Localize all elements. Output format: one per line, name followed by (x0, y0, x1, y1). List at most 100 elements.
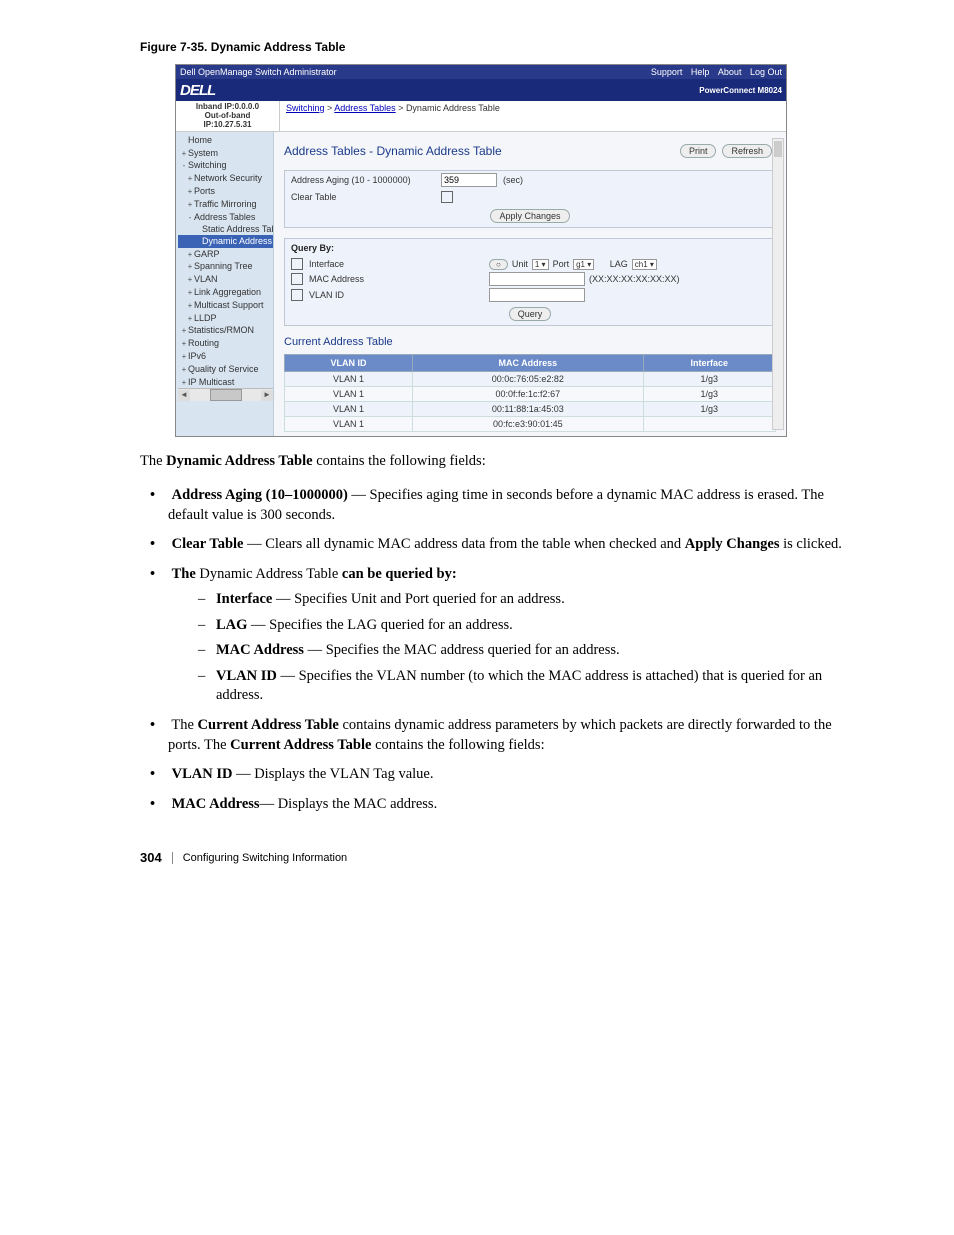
sidebar-item[interactable]: -Address Tables (178, 211, 273, 224)
vlan-input[interactable] (489, 288, 585, 302)
list-item: VLAN ID — Displays the VLAN Tag value. (168, 765, 854, 785)
sidebar-item[interactable]: +Traffic Mirroring (178, 198, 273, 211)
sidebar-item[interactable]: +GARP (178, 248, 273, 261)
link-support[interactable]: Support (651, 67, 683, 77)
print-button[interactable]: Print (680, 144, 717, 158)
interface-radio[interactable]: ○ (489, 259, 508, 270)
expand-icon[interactable]: + (180, 378, 188, 389)
sidebar-item[interactable]: +LLDP (178, 312, 273, 325)
sidebar-item[interactable]: -Switching (178, 159, 273, 172)
section-name: Configuring Switching Information (183, 852, 347, 864)
sidebar-item[interactable]: +Spanning Tree (178, 260, 273, 273)
sidebar-item[interactable]: +IPv6 (178, 350, 273, 363)
clear-table-checkbox[interactable] (441, 191, 453, 203)
table-cell: 00:0f:fe:1c:f2:67 (413, 387, 644, 402)
lag-label: LAG (610, 259, 628, 269)
sidebar-item-label: Multicast Support (194, 300, 264, 310)
expand-icon[interactable]: + (186, 275, 194, 286)
current-address-title: Current Address Table (284, 336, 776, 348)
aging-unit: (sec) (503, 175, 523, 185)
query-by-header: Query By: (285, 239, 775, 257)
sidebar-item-label: IP Multicast (188, 377, 234, 387)
expand-icon[interactable]: + (186, 262, 194, 273)
breadcrumb: Switching > Address Tables > Dynamic Add… (280, 101, 786, 131)
table-cell: VLAN 1 (285, 372, 413, 387)
crumb-switching[interactable]: Switching (286, 103, 325, 113)
column-header: MAC Address (413, 355, 644, 372)
page-footer: 304 Configuring Switching Information (60, 850, 894, 865)
sidebar-item[interactable]: +Multicast Support (178, 299, 273, 312)
sidebar-item-label: Switching (188, 160, 227, 170)
sidebar-item[interactable]: +Network Security (178, 172, 273, 185)
expand-icon[interactable]: + (180, 352, 188, 363)
expand-icon[interactable]: + (180, 326, 188, 337)
table-cell: 1/g3 (643, 387, 775, 402)
sidebar-item-label: Link Aggregation (194, 287, 261, 297)
brand-bar: DELL PowerConnect M8024 (176, 79, 786, 101)
list-item: The Current Address Table contains dynam… (168, 716, 854, 755)
nav-sidebar[interactable]: Home+System-Switching+Network Security+P… (176, 132, 274, 436)
expand-icon[interactable]: + (180, 339, 188, 350)
aging-input[interactable] (441, 173, 497, 187)
link-logout[interactable]: Log Out (750, 67, 782, 77)
expand-icon[interactable]: - (180, 161, 188, 172)
expand-icon[interactable]: + (180, 149, 188, 160)
link-about[interactable]: About (718, 67, 742, 77)
sidebar-item[interactable]: +Link Aggregation (178, 286, 273, 299)
horizontal-scrollbar[interactable]: ◄► (178, 388, 273, 401)
sidebar-item-label: Traffic Mirroring (194, 199, 257, 209)
sidebar-item[interactable]: +Statistics/RMON (178, 324, 273, 337)
mac-checkbox[interactable] (291, 273, 303, 285)
expand-icon[interactable]: + (186, 187, 194, 198)
app-title: Dell OpenManage Switch Administrator (180, 65, 337, 79)
mac-label: MAC Address (309, 274, 409, 284)
expand-icon[interactable]: + (186, 301, 194, 312)
column-header: VLAN ID (285, 355, 413, 372)
table-cell: VLAN 1 (285, 387, 413, 402)
unit-select[interactable]: 1 ▾ (532, 259, 549, 270)
crumb-address-tables[interactable]: Address Tables (334, 103, 395, 113)
lag-select[interactable]: ch1 ▾ (632, 259, 657, 270)
ip-box: Inband IP:0.0.0.0 Out-of-band IP:10.27.5… (176, 101, 280, 131)
sidebar-item[interactable]: +Ports (178, 185, 273, 198)
column-header: Interface (643, 355, 775, 372)
sidebar-item[interactable]: +Routing (178, 337, 273, 350)
figure-caption: Figure 7-35. Dynamic Address Table (60, 40, 894, 54)
page-number: 304 (140, 850, 162, 865)
link-help[interactable]: Help (691, 67, 710, 77)
table-cell: 1/g3 (643, 372, 775, 387)
sidebar-item[interactable]: +IP Multicast (178, 376, 273, 389)
port-label: Port (553, 259, 570, 269)
expand-icon[interactable]: - (186, 213, 194, 224)
refresh-button[interactable]: Refresh (722, 144, 772, 158)
expand-icon[interactable]: + (186, 314, 194, 325)
query-button[interactable]: Query (509, 307, 552, 321)
sidebar-item[interactable]: +Quality of Service (178, 363, 273, 376)
vlan-label: VLAN ID (309, 290, 409, 300)
vertical-scrollbar[interactable] (772, 138, 784, 430)
table-row: VLAN 100:11:88:1a:45:031/g3 (285, 402, 776, 417)
port-select[interactable]: g1 ▾ (573, 259, 594, 270)
expand-icon[interactable]: + (186, 200, 194, 211)
apply-changes-button[interactable]: Apply Changes (490, 209, 569, 223)
sidebar-item[interactable]: Static Address Tab (178, 223, 273, 235)
expand-icon[interactable]: + (186, 288, 194, 299)
sidebar-item-label: LLDP (194, 313, 217, 323)
expand-icon[interactable]: + (186, 174, 194, 185)
list-item: Address Aging (10–1000000) — Specifies a… (168, 486, 854, 525)
current-address-table: VLAN IDMAC AddressInterface VLAN 100:0c:… (284, 354, 776, 432)
sidebar-item[interactable]: +System (178, 147, 273, 160)
sidebar-item-label: Spanning Tree (194, 261, 253, 271)
sidebar-item-label: Quality of Service (188, 364, 259, 374)
expand-icon[interactable]: + (180, 365, 188, 376)
interface-checkbox[interactable] (291, 258, 303, 270)
sidebar-item[interactable]: Dynamic Address (178, 235, 273, 247)
vlan-checkbox[interactable] (291, 289, 303, 301)
mac-input[interactable] (489, 272, 585, 286)
expand-icon[interactable]: + (186, 250, 194, 261)
sidebar-item[interactable]: +VLAN (178, 273, 273, 286)
window-titlebar: Dell OpenManage Switch Administrator Sup… (176, 65, 786, 79)
sidebar-item[interactable]: Home (178, 134, 273, 146)
list-item: VLAN ID — Specifies the VLAN number (to … (216, 667, 854, 706)
clear-table-label: Clear Table (291, 192, 441, 202)
